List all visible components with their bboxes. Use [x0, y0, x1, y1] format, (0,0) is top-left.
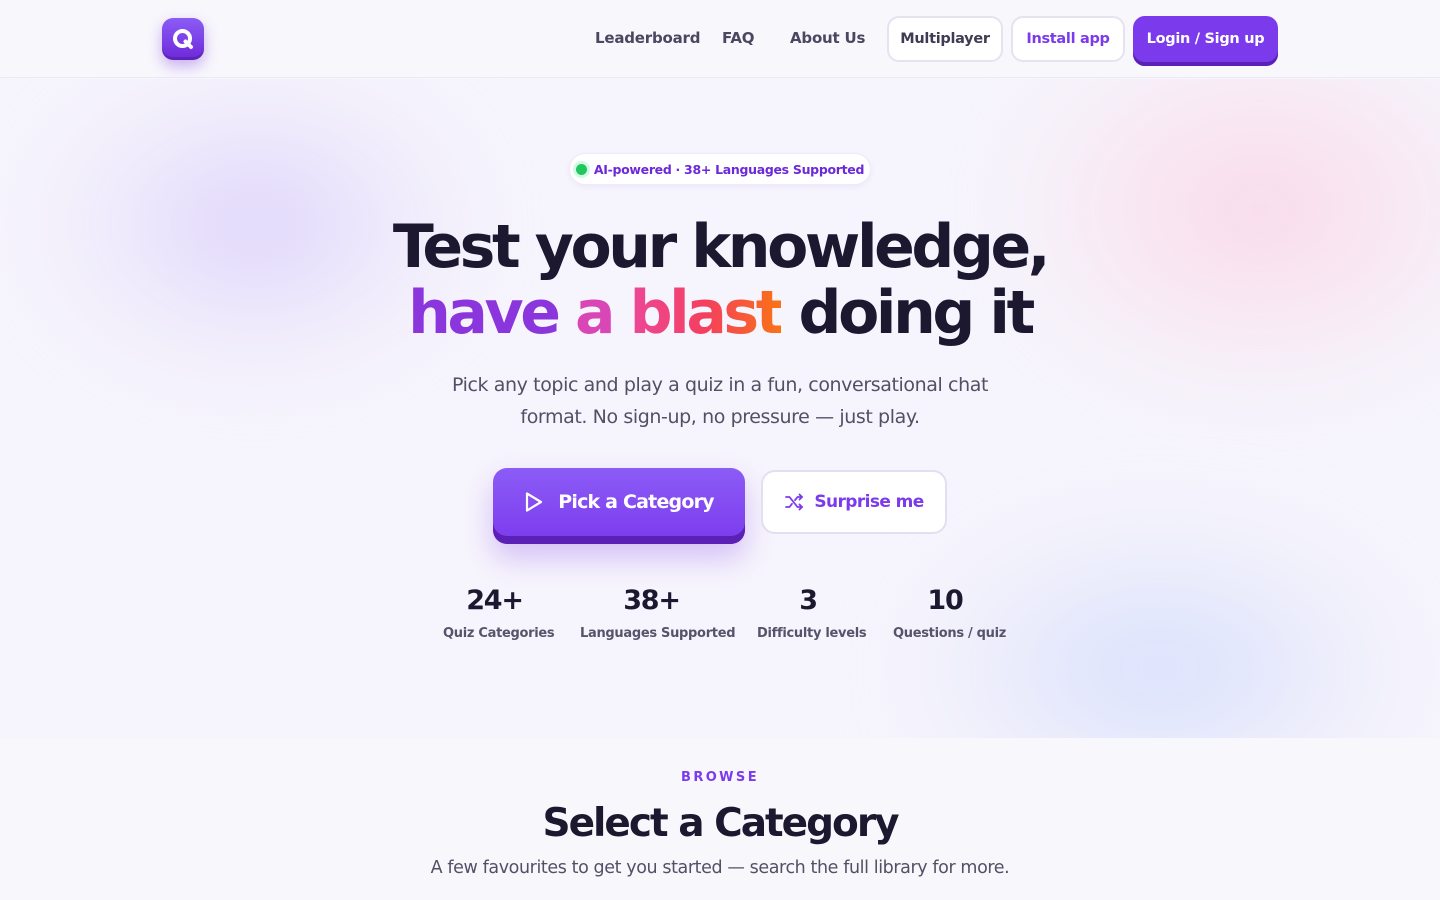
stat-label: Languages Supported [580, 626, 736, 641]
nav-about-us[interactable]: About Us [790, 29, 865, 47]
hero-section: AI-powered · 38+ Languages Supported Tes… [0, 79, 1440, 738]
app-logo[interactable] [162, 18, 204, 60]
title-word-blast: blast [629, 278, 785, 348]
feature-badge-text: AI-powered · 38+ Languages Supported [593, 161, 865, 177]
section-subtitle: A few favourites to get you started — se… [430, 858, 1010, 878]
stat-value: 38+ [623, 585, 681, 616]
shuffle-icon [785, 493, 804, 511]
stat-value: 24+ [466, 585, 524, 616]
hero-title-line-1: Test your knowledge, [392, 212, 1051, 282]
stat-difficulty-levels: 3 Difficulty levels [757, 584, 867, 641]
install-app-button[interactable]: Install app [1011, 16, 1125, 62]
surprise-me-label: Surprise me [814, 492, 924, 512]
login-signup-button[interactable]: Login / Sign up [1133, 16, 1278, 66]
pick-category-label: Pick a Category [558, 491, 714, 513]
stat-value: 10 [927, 585, 963, 616]
section-title: Select a Category [542, 801, 900, 846]
status-dot-icon [575, 163, 587, 175]
stat-label: Questions / quiz [893, 626, 1007, 641]
surprise-me-button[interactable]: Surprise me [761, 470, 947, 534]
top-navbar: Leaderboard FAQ About Us Multiplayer Ins… [0, 0, 1440, 78]
play-icon [526, 492, 543, 512]
stat-quiz-categories: 24+ Quiz Categories [443, 584, 555, 641]
stat-label: Quiz Categories [443, 626, 555, 641]
stat-questions-per-quiz: 10 Questions / quiz [893, 584, 1007, 641]
title-word-doing-it: doing it [798, 278, 1036, 348]
title-word-a: a [575, 278, 616, 348]
feature-badge: AI-powered · 38+ Languages Supported [569, 153, 871, 185]
hero-title-line-2: have a blast doing it [0, 280, 1440, 346]
pick-category-button[interactable]: Pick a Category [493, 468, 745, 544]
section-eyebrow: BROWSE [681, 770, 759, 785]
multiplayer-button[interactable]: Multiplayer [887, 16, 1003, 62]
title-word-have: have [408, 278, 561, 348]
stat-languages: 38+ Languages Supported [580, 584, 736, 641]
stat-label: Difficulty levels [757, 626, 867, 641]
browse-section: BROWSE Select a Category A few favourite… [0, 738, 1440, 900]
stat-value: 3 [799, 585, 818, 616]
hero-subtitle: Pick any topic and play a quiz in a fun,… [451, 374, 989, 428]
nav-leaderboard[interactable]: Leaderboard [595, 29, 700, 47]
q-logo-icon [173, 29, 193, 49]
nav-faq[interactable]: FAQ [722, 29, 754, 47]
